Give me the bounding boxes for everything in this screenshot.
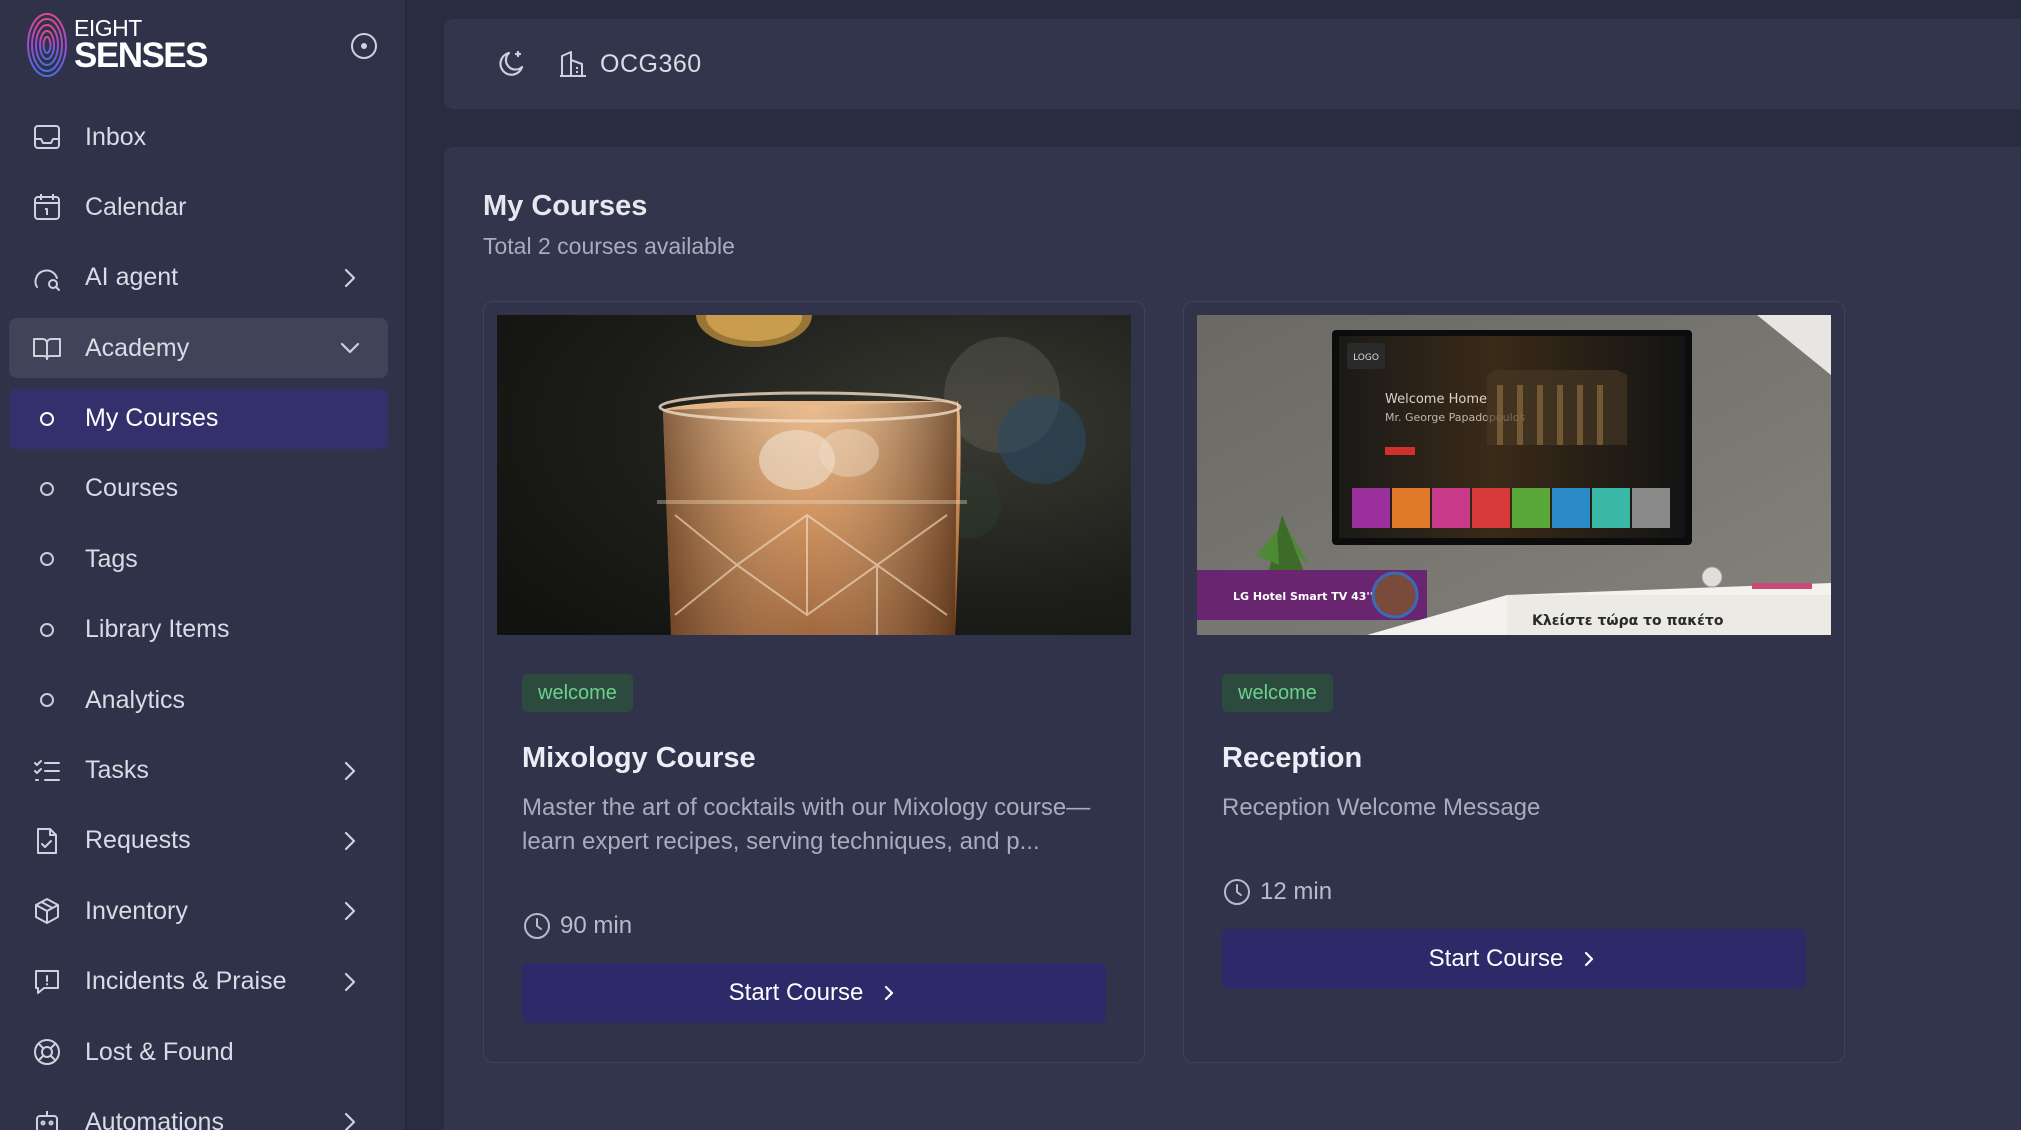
course-tag[interactable]: welcome	[1222, 674, 1333, 712]
robot-icon	[31, 1106, 63, 1130]
course-duration-text: 12 min	[1260, 878, 1333, 905]
chevron-right-icon	[336, 897, 364, 925]
sidebar-item-inbox[interactable]: Inbox	[9, 107, 388, 167]
course-duration: 12 min	[1222, 877, 1332, 907]
circle-bullet-icon	[31, 403, 63, 435]
page-subtitle: Total 2 courses available	[483, 233, 735, 259]
chevron-right-icon	[336, 968, 364, 996]
brand-wordmark: EIGHT SENSES	[74, 17, 209, 75]
sidebar-item-label: Incidents & Praise	[85, 967, 287, 996]
sidebar-item-my-courses[interactable]: My Courses	[9, 388, 388, 449]
circle-dot-icon	[351, 33, 377, 59]
sidebar-item-label: Automations	[85, 1107, 224, 1130]
circle-bullet-icon	[31, 543, 63, 575]
sidebar-item-incidents-praise[interactable]: Incidents & Praise	[9, 952, 388, 1012]
tasks-icon	[31, 755, 63, 787]
sidebar-item-label: Tags	[85, 544, 138, 573]
sidebar-item-label: Tasks	[85, 756, 149, 785]
book-icon	[31, 332, 63, 364]
sidebar-item-calendar[interactable]: Calendar	[9, 177, 388, 237]
sidebar-item-label: Inbox	[85, 122, 147, 151]
sidebar-item-academy[interactable]: Academy	[9, 318, 388, 379]
theme-toggle-button[interactable]	[494, 46, 530, 82]
org-name: OCG360	[600, 49, 702, 78]
sidebar-item-courses[interactable]: Courses	[9, 459, 388, 519]
circle-bullet-icon	[31, 684, 63, 716]
sidebar-item-label: Calendar	[85, 192, 187, 221]
course-card: LOGO Welcome Home Mr. George Papadopoulo…	[1183, 301, 1845, 1063]
course-card: welcome Mixology Course Master the art o…	[483, 301, 1145, 1063]
course-image-mixology	[497, 315, 1131, 635]
moon-icon	[499, 50, 524, 76]
tv-welcome-text: Welcome Home	[1385, 392, 1487, 407]
clock-icon	[1224, 879, 1250, 905]
chevron-right-icon	[1585, 951, 1594, 967]
chevron-right-icon	[885, 985, 894, 1001]
sidebar-item-label: Inventory	[85, 896, 188, 925]
course-duration-text: 90 min	[560, 912, 633, 939]
course-image-reception: LOGO Welcome Home Mr. George Papadopoulo…	[1197, 315, 1831, 635]
course-duration: 90 min	[522, 911, 632, 941]
brand-line2: SENSES	[74, 36, 209, 75]
sidebar-item-inventory[interactable]: Inventory	[9, 881, 388, 941]
course-description: Reception Welcome Message	[1222, 794, 1541, 821]
app-root: EIGHT SENSES Inbox Calendar AI agent Aca…	[0, 0, 2021, 1130]
page-title: My Courses	[483, 190, 648, 222]
main-content: My Courses Total 2 courses available wel…	[444, 147, 2021, 1130]
sidebar-item-lost-found[interactable]: Lost & Found	[9, 1022, 388, 1082]
lifebuoy-icon	[31, 1036, 63, 1068]
sidebar-item-label: My Courses	[85, 404, 219, 433]
box-icon	[31, 895, 63, 927]
sidebar-item-automations[interactable]: Automations	[9, 1092, 388, 1130]
tv-slogan-text: Κλείστε τώρα το πακέτο	[1532, 613, 1724, 629]
tv-banner-text: LG Hotel Smart TV 43''	[1233, 590, 1373, 603]
course-tag[interactable]: welcome	[522, 674, 633, 712]
sidebar-item-library-items[interactable]: Library Items	[9, 600, 388, 660]
start-course-label: Start Course	[728, 979, 864, 1006]
clock-icon	[524, 913, 550, 939]
message-alert-icon	[31, 966, 63, 998]
ai-agent-icon	[31, 262, 63, 294]
requests-icon	[31, 825, 63, 857]
sidebar-item-label: Library Items	[85, 615, 230, 644]
sidebar: EIGHT SENSES Inbox Calendar AI agent Aca…	[0, 0, 406, 1130]
calendar-icon	[31, 191, 63, 223]
org-selector[interactable]: OCG360	[558, 49, 702, 79]
sidebar-item-label: Lost & Found	[85, 1037, 234, 1066]
inbox-icon	[31, 121, 63, 153]
sidebar-item-label: AI agent	[85, 263, 179, 292]
sidebar-nav: Inbox Calendar AI agent Academy My Cours…	[9, 107, 388, 1130]
chevron-right-icon	[336, 1108, 364, 1130]
brand-logo[interactable]: EIGHT SENSES	[26, 10, 209, 80]
circle-bullet-icon	[31, 473, 63, 505]
sidebar-item-label: Requests	[85, 826, 191, 855]
sidebar-toggle-button[interactable]	[346, 28, 382, 64]
sidebar-item-tags[interactable]: Tags	[9, 529, 388, 589]
building-icon	[560, 51, 586, 77]
chevron-down-icon	[336, 334, 364, 362]
sidebar-item-ai-agent[interactable]: AI agent	[9, 248, 388, 308]
sidebar-item-analytics[interactable]: Analytics	[9, 670, 388, 730]
sidebar-item-label: Courses	[85, 474, 179, 503]
sidebar-item-label: Academy	[85, 333, 190, 362]
start-course-button[interactable]: Start Course	[522, 963, 1106, 1023]
circle-bullet-icon	[31, 614, 63, 646]
course-title: Reception	[1222, 742, 1363, 774]
course-title: Mixology Course	[522, 742, 756, 774]
start-course-label: Start Course	[1428, 945, 1564, 972]
tv-logo-text: LOGO	[1353, 353, 1379, 363]
top-bar: OCG360	[444, 19, 2021, 109]
chevron-right-icon	[336, 264, 364, 292]
course-description: Master the art of cocktails with our Mix…	[522, 794, 1091, 855]
start-course-button[interactable]: Start Course	[1222, 929, 1806, 989]
fingerprint-logo-icon	[27, 13, 67, 77]
chevron-right-icon	[336, 827, 364, 855]
sidebar-item-tasks[interactable]: Tasks	[9, 741, 388, 801]
chevron-right-icon	[336, 757, 364, 785]
sidebar-item-requests[interactable]: Requests	[9, 811, 388, 871]
sidebar-item-label: Analytics	[85, 685, 186, 714]
